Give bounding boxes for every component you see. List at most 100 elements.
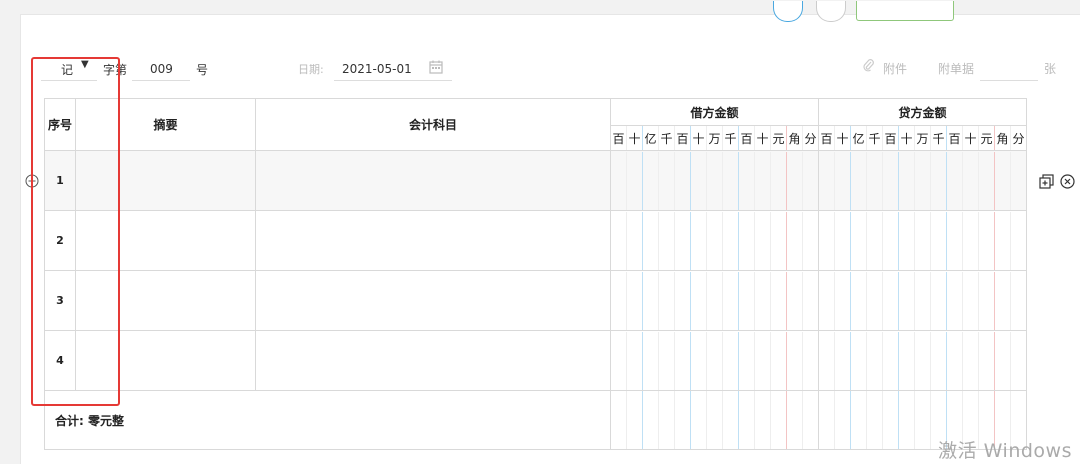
digit-label: 百 xyxy=(739,126,755,150)
digit-slot xyxy=(1011,272,1026,330)
digit-slot xyxy=(707,271,723,330)
digit-slot xyxy=(819,271,835,330)
table-row: 3 xyxy=(44,270,1027,331)
digit-slot xyxy=(675,211,691,270)
digit-slot xyxy=(771,331,787,390)
account-cell[interactable] xyxy=(255,150,611,211)
digit-slot xyxy=(611,151,627,210)
digit-slot xyxy=(803,272,818,330)
digit-slot xyxy=(915,331,931,390)
digit-slot xyxy=(835,271,851,330)
calendar-icon[interactable] xyxy=(429,60,443,77)
digit-slot xyxy=(899,211,915,270)
digit-slot xyxy=(883,211,899,270)
credit-digit-labels: 百十亿千百十万千百十元角分 xyxy=(819,126,1026,150)
header-summary: 摘要 xyxy=(75,98,256,151)
credit-cell[interactable] xyxy=(818,330,1027,391)
digit-slot xyxy=(851,331,867,390)
credit-cell[interactable] xyxy=(818,150,1027,211)
account-cell[interactable] xyxy=(255,270,611,331)
total-label: 合计: xyxy=(55,413,84,428)
account-cell[interactable] xyxy=(255,210,611,271)
voucher-type-value: 记 xyxy=(61,63,74,77)
top-circle-button-1[interactable] xyxy=(773,1,803,22)
digit-slot xyxy=(787,151,803,210)
digit-slot xyxy=(931,211,947,270)
digit-label: 分 xyxy=(1012,131,1025,146)
digit-slot xyxy=(851,391,867,449)
credit-cell[interactable] xyxy=(818,210,1027,271)
digit-slot xyxy=(643,211,659,270)
digit-slot xyxy=(931,151,947,210)
digit-slot xyxy=(963,331,979,390)
digit-slot xyxy=(963,151,979,210)
total-value: 零元整 xyxy=(88,413,125,428)
debit-total-cell xyxy=(610,390,819,450)
digit-slot xyxy=(915,151,931,210)
digit-label: 角 xyxy=(995,126,1011,150)
summary-cell[interactable] xyxy=(75,330,256,391)
digit-slot xyxy=(691,271,707,330)
header-seq: 序号 xyxy=(44,98,76,151)
digit-slot xyxy=(867,271,883,330)
digit-slot xyxy=(867,211,883,270)
digit-slot xyxy=(739,391,755,449)
digit-slot xyxy=(675,331,691,390)
top-circle-button-2[interactable] xyxy=(816,1,846,22)
digit-slot xyxy=(707,391,723,449)
delete-row-icon[interactable] xyxy=(1060,174,1075,192)
digit-slot xyxy=(755,391,771,449)
digit-label: 千 xyxy=(931,126,947,150)
paperclip-icon[interactable] xyxy=(863,59,875,76)
digit-slot xyxy=(659,271,675,330)
summary-cell[interactable] xyxy=(75,150,256,211)
row-number: 1 xyxy=(44,150,76,211)
digit-slot xyxy=(947,331,963,390)
date-input[interactable]: 2021-05-01 xyxy=(334,58,452,81)
digit-slot xyxy=(819,331,835,390)
hao-label: 号 xyxy=(196,63,209,77)
debit-digit-header: 百十亿千百十万千百十元角分 xyxy=(610,125,819,151)
digit-label: 亿 xyxy=(643,126,659,150)
digit-slot xyxy=(787,391,803,449)
debit-cell[interactable] xyxy=(610,270,819,331)
digit-slot xyxy=(723,271,739,330)
summary-cell[interactable] xyxy=(75,270,256,331)
debit-cell[interactable] xyxy=(610,210,819,271)
digit-slot xyxy=(643,391,659,449)
digit-label: 千 xyxy=(867,126,883,150)
digit-slot xyxy=(643,151,659,210)
digit-slot xyxy=(787,211,803,270)
digit-label: 元 xyxy=(771,126,787,150)
digit-slot xyxy=(643,271,659,330)
digit-slot xyxy=(835,331,851,390)
voucher-type-select[interactable]: 记 ▼ xyxy=(41,58,97,81)
digit-slot xyxy=(883,271,899,330)
digit-slot xyxy=(979,331,995,390)
digit-slot xyxy=(627,211,643,270)
account-cell[interactable] xyxy=(255,330,611,391)
digit-slot xyxy=(739,331,755,390)
digit-slot xyxy=(835,151,851,210)
attachment-button[interactable]: 附件 xyxy=(883,60,907,77)
copy-row-icon[interactable] xyxy=(1039,174,1054,192)
row-number: 2 xyxy=(44,210,76,271)
digit-slot xyxy=(995,151,1011,210)
digit-label: 十 xyxy=(835,126,851,150)
docs-count-input[interactable] xyxy=(980,58,1038,81)
digit-slot xyxy=(611,391,627,449)
voucher-number-input[interactable]: 009 xyxy=(132,58,190,81)
credit-cell[interactable] xyxy=(818,270,1027,331)
add-row-icon[interactable] xyxy=(25,174,39,191)
voucher-number-value: 009 xyxy=(150,62,173,76)
digit-slot xyxy=(611,211,627,270)
docs-label: 附单据 xyxy=(938,62,975,76)
top-green-button[interactable] xyxy=(856,1,954,21)
header-account: 会计科目 xyxy=(255,98,611,151)
summary-cell[interactable] xyxy=(75,210,256,271)
debit-cell[interactable] xyxy=(610,150,819,211)
digit-slot xyxy=(755,271,771,330)
digit-slot xyxy=(835,211,851,270)
digit-slot xyxy=(899,391,915,449)
debit-cell[interactable] xyxy=(610,330,819,391)
